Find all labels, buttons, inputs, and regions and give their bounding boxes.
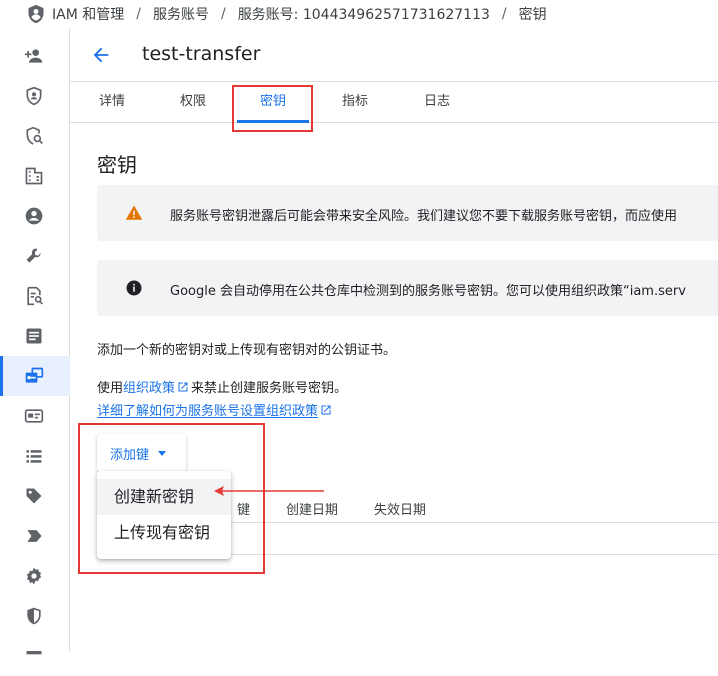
policy-line: 使用组织政策 来禁止创建服务账号密钥。 [97,377,347,396]
sidebar-item-tags[interactable] [0,476,70,516]
external-link-icon [178,382,188,392]
breadcrumb-separator: / [501,6,507,22]
sidebar-item-audit[interactable] [0,276,70,316]
warning-icon [125,205,143,220]
menu-item-create-new-key[interactable]: 创建新密钥 [97,479,231,515]
page-title: test-transfer [142,43,261,65]
sidebar [0,28,70,655]
learn-more-line: 详细了解如何为服务账号设置组织政策 [97,400,334,419]
sidebar-item-iam[interactable] [0,36,70,76]
policy-shield-icon [27,607,41,625]
sidebar-item-list[interactable] [0,436,70,476]
warning-banner: 服务账号密钥泄露后可能会带来安全风险。我们建议您不要下载服务账号密钥，而应使用 [97,185,718,241]
tab-details[interactable]: 详情 [97,83,127,123]
intro-text: 添加一个新的密钥对或上传现有密钥对的公钥证书。 [97,343,397,358]
id-card-icon [24,409,44,423]
menu-item-upload-existing-key[interactable]: 上传现有密钥 [97,515,231,551]
sidebar-item-privacy[interactable] [0,596,70,636]
warning-text: 服务账号密钥泄露后可能会带来安全风险。我们建议您不要下载服务账号密钥，而应使用 [170,209,678,224]
list-icon [26,450,42,463]
tab-permissions[interactable]: 权限 [178,83,208,123]
wrench-icon [26,248,41,263]
more-icon [26,651,42,655]
service-account-key-icon [25,367,44,383]
annotation-arrow-icon [214,486,324,496]
sidebar-item-identity[interactable] [0,76,70,116]
back-arrow-icon[interactable] [90,44,112,66]
article-icon [26,328,42,344]
external-link-icon [321,405,331,415]
label-arrow-icon [27,530,42,542]
sidebar-item-security-insights[interactable] [0,116,70,156]
person-add-icon [24,49,43,63]
tag-icon [26,488,42,504]
section-title: 密钥 [97,153,137,177]
tab-metrics[interactable]: 指标 [340,83,370,123]
info-banner: Google 会自动停用在公共仓库中检测到的服务账号密钥。您可以使用组织政策“i… [97,260,718,316]
tab-bar: 详情 权限 密钥 指标 日志 [70,83,718,123]
org-policy-link[interactable]: 组织政策 [123,381,175,396]
document-search-icon [27,286,43,306]
sidebar-item-settings[interactable] [0,556,70,596]
shield-account-icon [26,86,42,106]
security-search-icon [26,126,43,145]
breadcrumb-keys: 密钥 [518,7,547,23]
annotation-box-tab [232,85,313,132]
sidebar-item-more[interactable] [0,636,70,676]
sidebar-item-policies[interactable] [0,316,70,356]
building-icon [25,167,43,185]
policy-suffix: 来禁止创建服务账号密钥。 [191,381,348,396]
breadcrumb-service-accounts[interactable]: 服务账号 [153,4,209,24]
page-header: test-transfer [70,28,718,82]
settings-gear-icon [26,567,42,585]
breadcrumb-service-account-id[interactable]: 服务账号: 104434962571731627113 [238,4,490,24]
breadcrumb-separator: / [220,6,226,22]
info-icon [126,280,142,296]
info-text: Google 会自动停用在公共仓库中检测到的服务账号密钥。您可以使用组织政策“i… [170,284,686,299]
learn-more-link[interactable]: 详细了解如何为服务账号设置组织政策 [97,404,318,419]
sidebar-item-service-accounts[interactable] [0,356,70,396]
sidebar-item-tools[interactable] [0,236,70,276]
policy-prefix: 使用 [97,381,124,396]
breadcrumb-separator: / [136,6,141,22]
breadcrumb-bar: IAM 和管理 / 服务账号 / 服务账号: 10443496257173162… [0,0,718,28]
sidebar-item-account[interactable] [0,196,70,236]
sidebar-item-organization[interactable] [0,156,70,196]
tab-logs[interactable]: 日志 [422,83,452,123]
iam-shield-icon [28,4,44,24]
add-key-menu: 创建新密钥 上传现有密钥 [97,471,231,559]
sidebar-item-workload-identity[interactable] [0,396,70,436]
breadcrumb-iam[interactable]: IAM 和管理 [52,4,124,24]
column-expiry-date: 失效日期 [374,503,427,518]
sidebar-item-labels[interactable] [0,516,70,556]
account-circle-icon [25,207,43,225]
